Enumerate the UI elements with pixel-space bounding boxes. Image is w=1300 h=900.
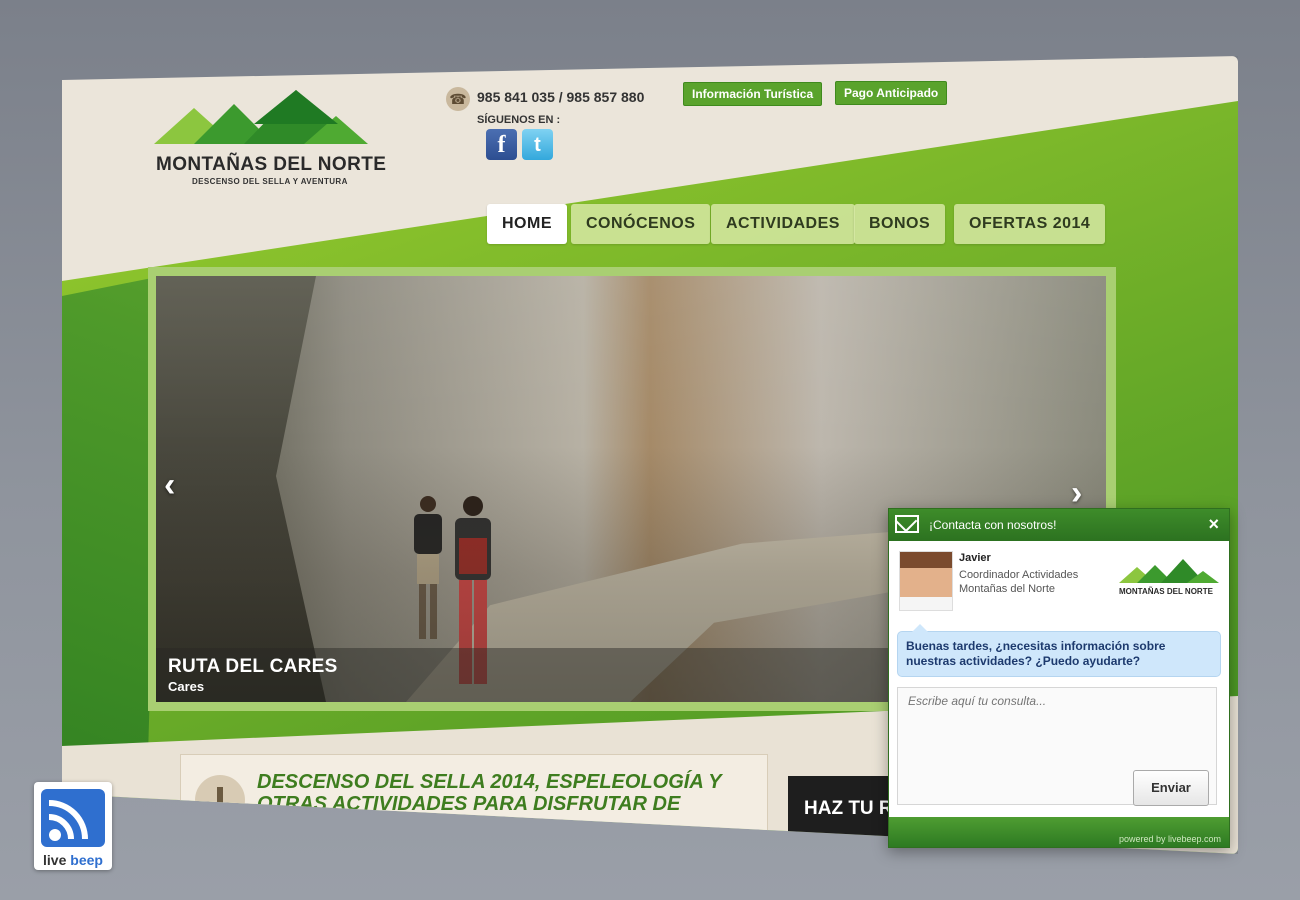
- close-icon[interactable]: ×: [1208, 514, 1219, 535]
- nav-ofertas[interactable]: OFERTAS 2014: [954, 204, 1105, 244]
- twitter-icon[interactable]: t: [522, 129, 553, 160]
- chat-message-bubble: Buenas tardes, ¿necesitas información so…: [897, 624, 1221, 677]
- nav-home[interactable]: HOME: [487, 204, 567, 244]
- advance-payment-button[interactable]: Pago Anticipado: [835, 81, 947, 105]
- phone-icon: ☎: [446, 87, 470, 111]
- send-button[interactable]: Enviar: [1133, 770, 1209, 806]
- livebeep-wordmark: live beep: [34, 852, 112, 868]
- powered-by-link[interactable]: powered by livebeep.com: [1119, 834, 1221, 844]
- chat-logo-title: MONTAÑAS DEL NORTE: [1119, 587, 1213, 596]
- agent-company: Montañas del Norte: [959, 583, 1055, 595]
- intro-headline: DESCENSO DEL SELLA 2014, ESPELEOLOGÍA Y …: [257, 771, 722, 815]
- nav-conocenos[interactable]: CONÓCENOS: [571, 204, 710, 244]
- chat-title: ¡Contacta con nosotros!: [929, 518, 1057, 532]
- phone-numbers: 985 841 035 / 985 857 880: [477, 89, 645, 105]
- livebeep-beep: beep: [70, 852, 103, 868]
- chat-widget: ¡Contacta con nosotros! × Javier Coordin…: [888, 508, 1230, 848]
- chat-company-logo: [1119, 555, 1219, 590]
- intro-box: DESCENSO DEL SELLA 2014, ESPELEOLOGÍA Y …: [180, 754, 768, 854]
- logo-title: MONTAÑAS DEL NORTE: [156, 154, 387, 175]
- agent-name: Javier: [959, 552, 991, 564]
- tourist-info-button[interactable]: Información Turística: [683, 82, 822, 106]
- chevron-left-icon[interactable]: ‹: [164, 466, 175, 505]
- chat-message: Buenas tardes, ¿necesitas información so…: [906, 639, 1166, 668]
- slide-title: RUTA DEL CARES: [168, 656, 338, 677]
- site-logo[interactable]: [154, 82, 376, 152]
- livebeep-live: live: [43, 852, 67, 868]
- nav-actividades[interactable]: ACTIVIDADES: [711, 204, 855, 244]
- logo-subtitle: DESCENSO DEL SELLA Y AVENTURA: [192, 177, 348, 186]
- slide-subtitle: Cares: [168, 679, 205, 694]
- info-icon: [195, 775, 245, 825]
- chat-footer: powered by livebeep.com: [889, 817, 1229, 847]
- booking-cta-label: HAZ TU R: [804, 798, 893, 819]
- livebeep-badge[interactable]: live beep: [34, 782, 112, 870]
- envelope-icon: [895, 515, 919, 533]
- livebeep-logo-icon: [41, 789, 105, 847]
- avatar: [899, 551, 953, 611]
- nav-bonos[interactable]: BONOS: [854, 204, 945, 244]
- agent-role: Coordinador Actividades: [959, 569, 1079, 581]
- facebook-icon[interactable]: f: [486, 129, 517, 160]
- chat-header[interactable]: ¡Contacta con nosotros! ×: [889, 509, 1229, 541]
- follow-label: SÍGUENOS EN :: [477, 114, 561, 126]
